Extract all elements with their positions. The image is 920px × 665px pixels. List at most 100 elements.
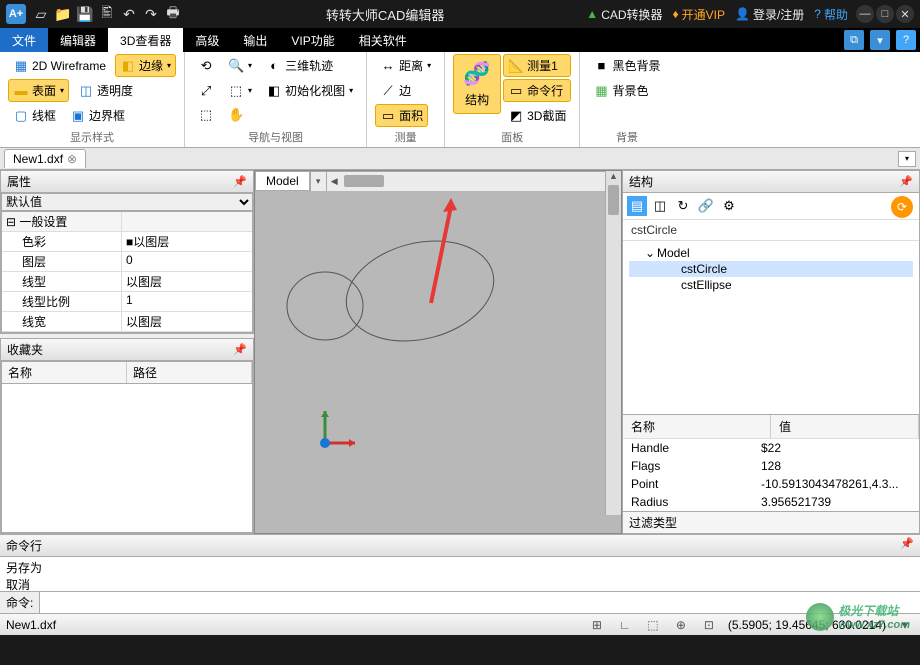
struct-link-icon[interactable]: 🔗 xyxy=(696,196,716,216)
vertical-scrollbar[interactable]: ▲ xyxy=(605,171,621,515)
save-icon[interactable]: 💾 xyxy=(74,3,96,25)
prop-val[interactable]: 以图层 xyxy=(122,272,252,291)
prop-val[interactable]: 以图层 xyxy=(122,312,252,331)
surface-button[interactable]: ▬表面▾ xyxy=(8,79,69,102)
status-icon[interactable]: ∟ xyxy=(616,618,634,632)
viewport-column: ▲ Model ▾ ◀ ▶ xyxy=(254,170,622,534)
menu-output[interactable]: 输出 xyxy=(231,28,279,52)
black-bg-button[interactable]: ■黑色背景 xyxy=(588,54,665,77)
structure-tree: ⌄Model cstCircle cstEllipse xyxy=(623,241,919,414)
pin-icon[interactable]: 📌 xyxy=(900,537,914,554)
menu-file[interactable]: 文件 xyxy=(0,28,48,52)
tree-node-cstellipse[interactable]: cstEllipse xyxy=(629,277,913,293)
bg-color-button[interactable]: ▦背景色 xyxy=(588,79,653,102)
detail-key: Radius xyxy=(623,493,753,511)
tree-node-cstcircle[interactable]: cstCircle xyxy=(629,261,913,277)
detail-col-name[interactable]: 名称 xyxy=(623,415,771,438)
redo-icon[interactable]: ↷ xyxy=(140,3,162,25)
maximize-button[interactable]: □ xyxy=(876,5,894,23)
login-link[interactable]: 👤 登录/注册 xyxy=(735,6,804,23)
menubar-help-icon[interactable]: ? xyxy=(896,30,916,50)
struct-view1-icon[interactable]: ▤ xyxy=(627,196,647,216)
breadcrumb[interactable]: cstCircle xyxy=(623,220,919,241)
tree-node-root[interactable]: ⌄Model xyxy=(629,245,913,261)
document-tab[interactable]: New1.dxf⊗ xyxy=(4,149,86,168)
struct-view2-icon[interactable]: ◫ xyxy=(650,196,670,216)
track-button[interactable]: ◐三维轨迹 xyxy=(261,54,338,77)
status-icon[interactable]: ⊞ xyxy=(588,618,606,632)
pdf-icon[interactable]: 🖺 xyxy=(96,3,118,25)
minimize-button[interactable]: — xyxy=(856,5,874,23)
edge-button[interactable]: ◧边缘▾ xyxy=(115,54,176,77)
command-panel: 命令行📌 另存为 取消 命令: xyxy=(0,534,920,613)
vip-link[interactable]: ♦ 开通VIP xyxy=(673,6,725,23)
initview-button[interactable]: ◧初始化视图▾ xyxy=(261,79,358,102)
undo-icon[interactable]: ↶ xyxy=(118,3,140,25)
command-history: 另存为 取消 xyxy=(0,557,920,591)
detail-col-value[interactable]: 值 xyxy=(771,415,919,438)
prop-val[interactable]: 1 xyxy=(122,292,252,311)
menu-3dviewer[interactable]: 3D查看器 xyxy=(108,28,183,52)
doctabs-dropdown[interactable]: ▾ xyxy=(898,151,916,167)
struct-badge-icon[interactable]: ⟳ xyxy=(891,196,913,218)
status-icon[interactable]: ⬚ xyxy=(644,618,662,632)
filter-type[interactable]: 过滤类型 xyxy=(623,511,919,533)
measure1-button[interactable]: 📐测量1 xyxy=(503,54,571,77)
print-icon[interactable]: 🖶 xyxy=(162,3,184,25)
ribbon-group-bg: ■黑色背景 ▦背景色 背景 xyxy=(580,52,673,147)
section3d-button[interactable]: ◩3D截面 xyxy=(503,104,571,127)
fav-col-name[interactable]: 名称 xyxy=(2,362,127,383)
status-icon[interactable]: ⊕ xyxy=(672,618,690,632)
pin-icon[interactable]: 📌 xyxy=(233,343,247,356)
menu-editor[interactable]: 编辑器 xyxy=(48,28,108,52)
cad-converter-link[interactable]: ▲CAD转换器 xyxy=(586,6,662,23)
area-button[interactable]: ▭面积 xyxy=(375,104,428,127)
menu-vip[interactable]: VIP功能 xyxy=(279,28,346,52)
ribbon: ▦2D Wireframe ◧边缘▾ ▬表面▾ ◫透明度 ▢线框 ▣边界框 显示… xyxy=(0,52,920,148)
prop-key: 线宽 xyxy=(2,312,122,331)
clone-window-icon[interactable]: ⧉ xyxy=(844,30,864,50)
nav-btn1[interactable]: ⟲ xyxy=(193,54,219,77)
cmdline-button[interactable]: ▭命令行 xyxy=(503,79,571,102)
status-dd[interactable]: ▾ xyxy=(896,618,914,632)
open-icon[interactable]: 📁 xyxy=(52,3,74,25)
group-header[interactable]: ⊟ 一般设置 xyxy=(2,212,122,231)
horizontal-scrollbar[interactable] xyxy=(342,172,605,191)
menubar-dd-icon[interactable]: ▾ xyxy=(870,30,890,50)
favorites-title: 收藏夹 xyxy=(7,341,43,358)
new-icon[interactable]: ▱ xyxy=(30,3,52,25)
transparency-button[interactable]: ◫透明度 xyxy=(73,79,138,102)
status-coords: (5.5905; 19.45645; 630.0214) xyxy=(728,618,886,632)
fav-col-path[interactable]: 路径 xyxy=(127,362,252,383)
detail-val: $22 xyxy=(753,439,919,457)
status-icon[interactable]: ⊡ xyxy=(700,618,718,632)
prop-val[interactable]: 0 xyxy=(122,252,252,271)
frame-button[interactable]: ▢线框 xyxy=(8,104,61,127)
close-button[interactable]: ✕ xyxy=(896,5,914,23)
edge-measure-button[interactable]: ⟋边 xyxy=(375,79,416,102)
struct-refresh-icon[interactable]: ↻ xyxy=(673,196,693,216)
menu-related[interactable]: 相关软件 xyxy=(347,28,419,52)
struct-gear-icon[interactable]: ⚙ xyxy=(719,196,739,216)
wireframe-button[interactable]: ▦2D Wireframe xyxy=(8,54,111,77)
close-tab-icon[interactable]: ⊗ xyxy=(67,152,77,166)
nav-btn4[interactable]: ⬚▾ xyxy=(223,79,257,102)
nav-btn6[interactable]: ✋ xyxy=(223,104,249,126)
help-link[interactable]: ? 帮助 xyxy=(814,6,848,23)
prop-val[interactable]: ■以图层 xyxy=(122,232,252,251)
bbox-button[interactable]: ▣边界框 xyxy=(65,104,130,127)
nav-btn2[interactable]: 🔍▾ xyxy=(223,54,257,77)
struct-button[interactable]: 🧬结构 xyxy=(453,54,501,114)
viewport[interactable]: ▲ Model ▾ ◀ ▶ xyxy=(254,170,622,534)
favorites-body xyxy=(1,384,253,533)
distance-button[interactable]: ↔距离▾ xyxy=(375,54,436,77)
prop-key: 图层 xyxy=(2,252,122,271)
pin-icon[interactable]: 📌 xyxy=(899,175,913,188)
command-title: 命令行 xyxy=(6,537,42,554)
default-dropdown[interactable]: 默认值 xyxy=(1,193,253,211)
menu-advanced[interactable]: 高级 xyxy=(183,28,231,52)
nav-btn5[interactable]: ⬚ xyxy=(193,104,219,126)
command-input[interactable] xyxy=(40,592,920,613)
nav-btn3[interactable]: ⤢ xyxy=(193,79,219,102)
pin-icon[interactable]: 📌 xyxy=(233,175,247,188)
